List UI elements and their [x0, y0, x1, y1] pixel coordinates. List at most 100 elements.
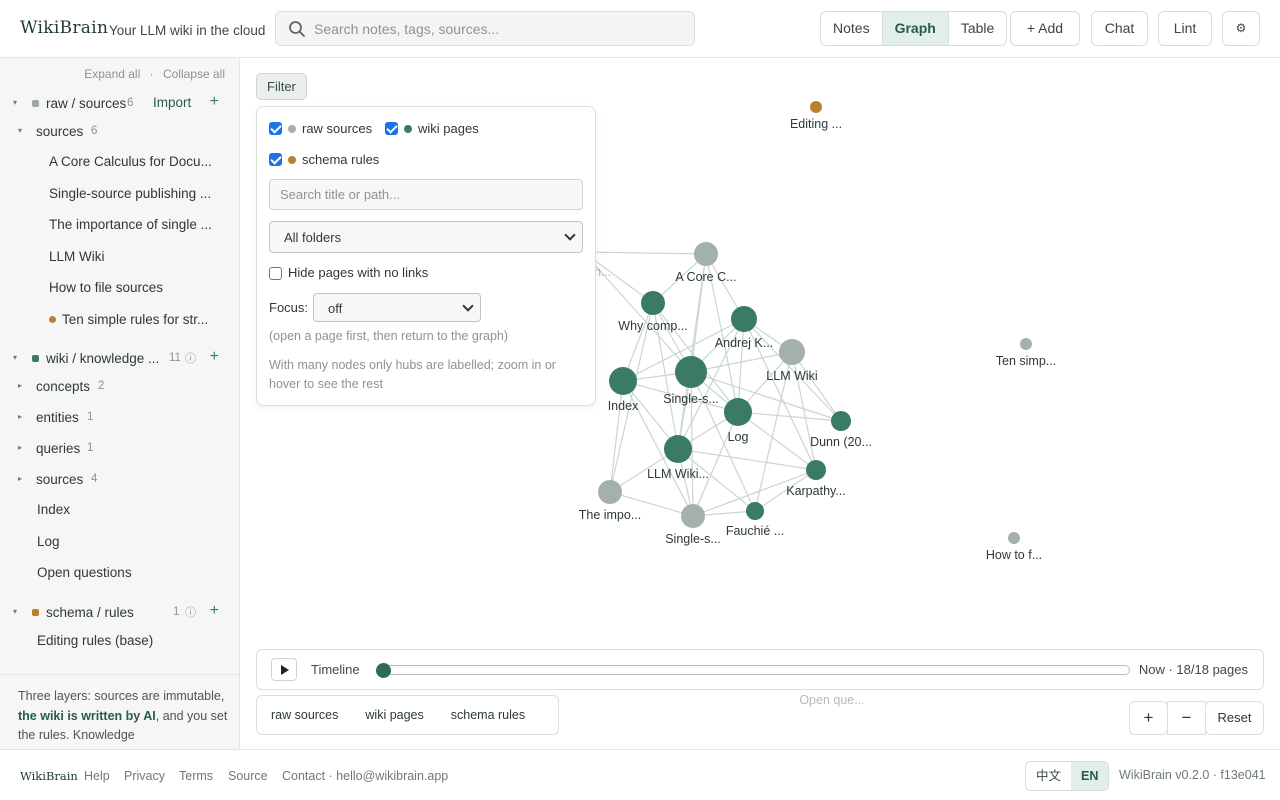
footer-link-terms[interactable]: Terms [179, 769, 213, 783]
caret-down-icon: ▾ [13, 353, 18, 362]
hide-unlinked-checkbox[interactable] [269, 267, 282, 280]
folder-queries[interactable]: ▸ queries 1 [0, 437, 239, 461]
graph-node-label: Single-s... [663, 392, 719, 406]
folder-select[interactable]: All folders [269, 221, 583, 253]
focus-select-value: off [328, 301, 343, 316]
caret-right-icon: ▸ [18, 412, 23, 421]
graph-edge [582, 251, 707, 255]
section-wiki[interactable]: ▾ wiki / knowledge ... 11 ⓘ + [0, 347, 239, 371]
graph-edge [737, 411, 817, 471]
play-button[interactable] [271, 658, 297, 681]
caret-down-icon: ▾ [18, 126, 23, 135]
search-box[interactable] [275, 11, 695, 46]
wiki-color-dot [32, 355, 39, 362]
caret-right-icon: ▸ [18, 443, 23, 452]
settings-button[interactable]: ⚙ [1222, 11, 1260, 46]
graph-node-singles2[interactable] [681, 504, 705, 528]
schema-marker-dot [49, 316, 56, 323]
folder-sources-wiki[interactable]: ▸ sources 4 [0, 468, 239, 492]
timeline-slider-handle[interactable] [376, 663, 391, 678]
legend-wiki-pages[interactable]: wiki pages [365, 708, 423, 722]
zoom-in-button[interactable]: + [1129, 701, 1168, 735]
add-raw-button[interactable]: + [210, 93, 219, 111]
sidebar-item-source[interactable]: The importance of single ... [49, 217, 224, 232]
section-raw-sources[interactable]: ▾ raw / sources 6 Import + [0, 92, 239, 116]
zoom-out-button[interactable]: − [1167, 701, 1206, 735]
graph-node-theimpo[interactable] [598, 480, 622, 504]
view-table-button[interactable]: Table [949, 12, 1006, 45]
separator: · [149, 67, 154, 81]
sidebar-item-source[interactable]: Single-source publishing ... [49, 186, 224, 201]
add-schema-button[interactable]: + [210, 602, 219, 620]
expand-all-link[interactable]: Expand all [84, 67, 140, 81]
caret-down-icon: ▾ [13, 98, 18, 107]
collapse-all-link[interactable]: Collapse all [163, 67, 225, 81]
app-tagline: Your LLM wiki in the cloud [109, 23, 266, 38]
add-button[interactable]: + Add [1010, 11, 1080, 46]
sidebar-item-source[interactable]: A Core Calculus for Docu... [49, 154, 224, 169]
add-wiki-button[interactable]: + [210, 348, 219, 366]
sidebar-item-index[interactable]: Index [37, 502, 212, 517]
graph-node-dunn[interactable] [831, 411, 851, 431]
raw-color-dot [288, 125, 296, 133]
sidebar-explainer: Three layers: sources are immutable, the… [18, 687, 228, 746]
timeline-track[interactable] [378, 665, 1130, 675]
lang-en-button[interactable]: EN [1071, 762, 1109, 790]
focus-select[interactable]: off [313, 293, 481, 322]
graph-edge [609, 380, 624, 493]
section-count: 6 [127, 97, 134, 109]
legend-raw-sources[interactable]: raw sources [271, 708, 338, 722]
graph-node-karpathy[interactable] [806, 460, 826, 480]
chat-button[interactable]: Chat [1091, 11, 1148, 46]
import-button[interactable]: Import [153, 95, 191, 110]
reset-view-button[interactable]: Reset [1205, 701, 1264, 735]
footer-link-privacy[interactable]: Privacy [124, 769, 165, 783]
filter-button[interactable]: Filter [256, 73, 307, 100]
folder-count: 6 [91, 125, 98, 137]
graph-node-whycomp[interactable] [641, 291, 665, 315]
folder-entities[interactable]: ▸ entities 1 [0, 406, 239, 430]
graph-canvas[interactable]: Editing ...Crichton...A Core C...Why com… [241, 58, 1280, 749]
app-logo[interactable]: WikiBrain [20, 18, 108, 38]
info-icon[interactable]: ⓘ [185, 604, 196, 620]
lang-zh-button[interactable]: 中文 [1026, 762, 1071, 790]
footer-link-help[interactable]: Help [84, 769, 110, 783]
graph-node-editing[interactable] [810, 101, 822, 113]
sidebar-item-log[interactable]: Log [37, 534, 212, 549]
graph-node-fauchie[interactable] [746, 502, 764, 520]
view-notes-button[interactable]: Notes [821, 12, 883, 45]
folder-concepts[interactable]: ▸ concepts 2 [0, 375, 239, 399]
schema-rules-checkbox[interactable] [269, 153, 282, 166]
graph-node-log[interactable] [724, 398, 752, 426]
info-icon[interactable]: ⓘ [185, 350, 196, 366]
footer-contact[interactable]: Contact · hello@wikibrain.app [282, 769, 448, 783]
title-search-input[interactable]: Search title or path... [269, 179, 583, 210]
graph-node-andrej[interactable] [731, 306, 757, 332]
hide-unlinked-label: Hide pages with no links [288, 265, 429, 280]
section-schema[interactable]: ▾ schema / rules 1 ⓘ + [0, 601, 239, 625]
wiki-pages-checkbox[interactable] [385, 122, 398, 135]
folder-count: 1 [87, 442, 94, 454]
graph-node-howto[interactable] [1008, 532, 1020, 544]
footer-logo[interactable]: WikiBrain [20, 769, 78, 783]
graph-node-llmwikip[interactable] [664, 435, 692, 463]
sidebar-item-source[interactable]: How to file sources [49, 280, 224, 295]
raw-sources-checkbox[interactable] [269, 122, 282, 135]
sidebar-item-source[interactable]: LLM Wiki [49, 249, 224, 264]
graph-node-llmwiki[interactable] [779, 339, 805, 365]
sidebar-item-open-questions[interactable]: Open questions [37, 565, 212, 580]
sidebar-item-source[interactable]: Ten simple rules for str... [49, 312, 224, 327]
graph-node-singles[interactable] [675, 356, 707, 388]
folder-sources[interactable]: ▾ sources 6 [0, 120, 239, 144]
sidebar-item-editing-rules[interactable]: Editing rules (base) [37, 633, 212, 648]
footer-link-source[interactable]: Source [228, 769, 268, 783]
folder-select-value: All folders [284, 230, 342, 245]
view-graph-button[interactable]: Graph [882, 12, 949, 45]
focus-label: Focus: [269, 300, 309, 315]
graph-node-tensimp[interactable] [1020, 338, 1032, 350]
search-input[interactable] [314, 18, 684, 40]
lint-button[interactable]: Lint [1158, 11, 1212, 46]
graph-node-acore[interactable] [694, 242, 718, 266]
graph-node-index[interactable] [609, 367, 637, 395]
legend-schema-rules[interactable]: schema rules [451, 708, 525, 722]
